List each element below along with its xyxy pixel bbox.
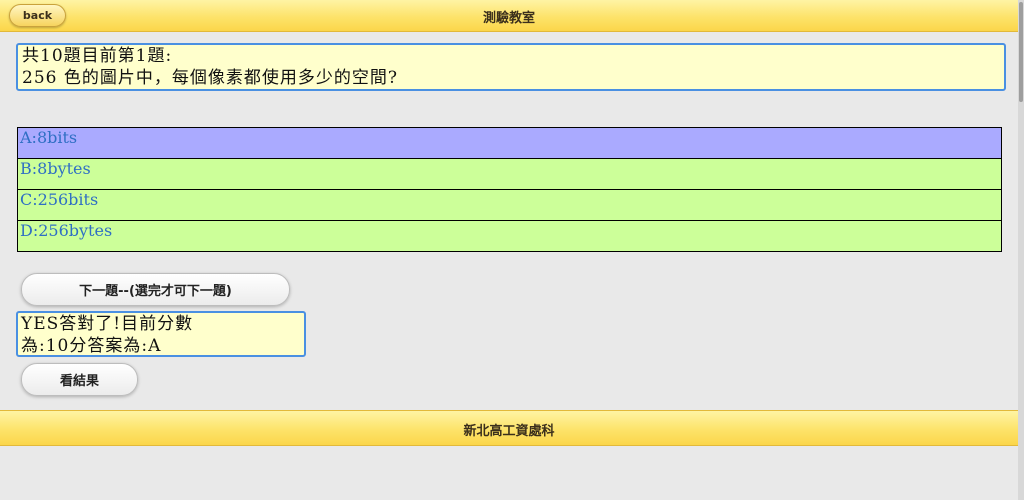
scrollbar-thumb[interactable] <box>1019 2 1023 102</box>
option-a[interactable]: A:8bits <box>17 127 1002 158</box>
result-line-1: YES答對了!目前分數 <box>21 314 194 334</box>
view-results-button[interactable]: 看結果 <box>21 363 138 396</box>
footer-text: 新北高工資處科 <box>463 424 555 439</box>
next-question-button[interactable]: 下一題--(選完才可下一題) <box>21 273 290 306</box>
question-progress: 共10題目前第1題: <box>22 46 173 66</box>
option-c[interactable]: C:256bits <box>17 189 1002 220</box>
result-line-2: 為:10分答案為:A <box>21 336 162 356</box>
options-list: A:8bits B:8bytes C:256bits D:256bytes <box>17 127 1002 252</box>
option-d[interactable]: D:256bytes <box>17 220 1002 252</box>
page-title: 測驗教室 <box>482 11 535 26</box>
footer-bar: 新北高工資處科 <box>0 410 1018 446</box>
header-bar: back 測驗教室 <box>0 0 1018 32</box>
scrollbar[interactable] <box>1018 0 1024 500</box>
result-box: YES答對了!目前分數 為:10分答案為:A <box>16 311 306 357</box>
option-b[interactable]: B:8bytes <box>17 158 1002 189</box>
question-box: 共10題目前第1題: 256 色的圖片中，每個像素都使用多少的空間? <box>16 43 1006 91</box>
quiz-page: back 測驗教室 共10題目前第1題: 256 色的圖片中，每個像素都使用多少… <box>0 0 1024 500</box>
question-text: 256 色的圖片中，每個像素都使用多少的空間? <box>22 68 398 88</box>
